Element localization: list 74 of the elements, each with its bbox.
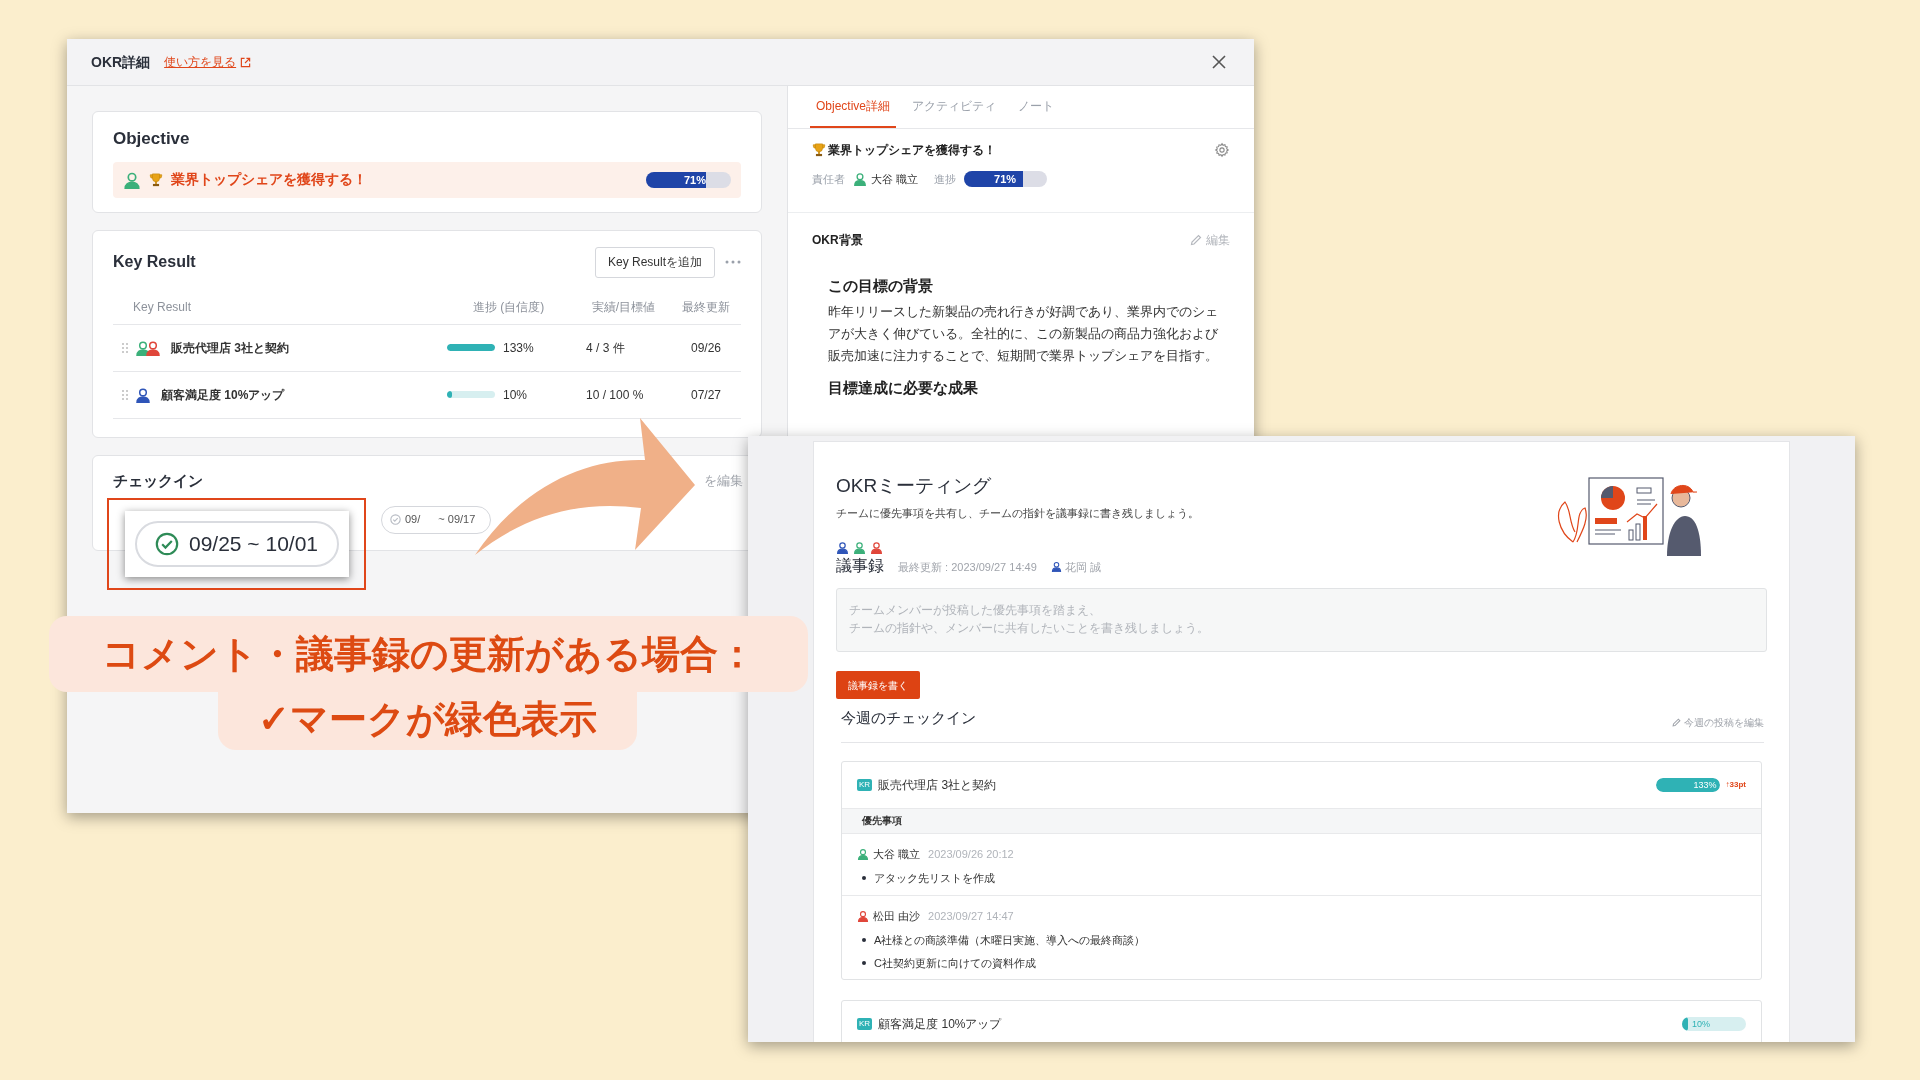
priority-item: C社契約更新に向けての資料作成 (874, 955, 1036, 971)
pill-text: 09/ (405, 512, 421, 528)
tab[interactable]: アクティビティ (906, 86, 1003, 128)
objective-row[interactable]: 業界トップシェアを獲得する！ 71% (113, 161, 741, 198)
external-link-icon (240, 56, 252, 68)
column-header: Key Result (133, 298, 193, 316)
progress-value: 71% (994, 172, 1017, 188)
more-icon (725, 260, 741, 264)
owner-caption: 責任者 (812, 172, 845, 187)
objective-text: 業界トップシェアを獲得する！ (171, 170, 367, 189)
post-time: 2023/09/27 14:47 (928, 908, 1014, 924)
progress-value: 71% (683, 172, 706, 188)
tab[interactable]: Objective詳細 (810, 86, 897, 128)
window-title: OKR詳細 (91, 52, 151, 72)
background-text: 昨年リリースした新製品の売れ行きが好調であり、業界内でのシェアが大きく伸びている。全社的に、この新製品の商品力強化および販売加速に注力することで、短期間で業界トップシェアを目指す。 (828, 303, 1219, 365)
key-result-name: 販売代理店 3社と契約 (878, 776, 997, 794)
checkin-heading: 今週のチェックイン (841, 708, 976, 728)
meeting-subtitle: チームに優先事項を共有し、チームの指針を議事録に書き残しましょう。 (836, 505, 1200, 521)
actual-target-cell-text: 10 / 100 % (585, 386, 645, 404)
more-button[interactable] (725, 260, 741, 264)
kr-badge: KR (857, 1018, 873, 1030)
kr-badge: KR (857, 778, 873, 791)
card-heading: チェックイン (113, 470, 203, 491)
check-circle-icon (390, 514, 401, 525)
trophy-icon (812, 143, 826, 157)
last-updated-cell-text: 07/27 (690, 386, 722, 404)
close-icon (1211, 54, 1227, 70)
column-header: 最終更新 (681, 298, 731, 316)
edit-link[interactable]: を編集 (704, 471, 743, 491)
drag-handle-icon[interactable] (121, 388, 129, 401)
key-result-name[interactable]: 販売代理店 3社と契約 (171, 338, 289, 357)
add-key-result-button[interactable]: Key Resultを追加 (594, 246, 715, 278)
last-updated-cell-text: 09/26 (690, 339, 722, 357)
column-header: 実績/目標値 (590, 298, 657, 316)
post-author: 大谷 職立 (873, 846, 921, 862)
last-updated-text: 最終更新 : 2023/09/27 14:49 (898, 559, 1037, 575)
progress-delta: ↑33pt (1725, 778, 1746, 791)
priority-item: アタック先リストを作成 (874, 871, 995, 886)
progress-value: 133% (503, 339, 534, 357)
minutes-field[interactable]: チームメンバーが投稿した優先事項を踏まえ、 チームの指針や、メンバーに共有したいことを書き残しましょう。 (836, 588, 1767, 652)
card-heading: Key Result (113, 252, 196, 272)
progress-caption: 進捗 (934, 172, 957, 187)
meeting-title: OKRミーティング (836, 474, 993, 498)
key-result-name: 顧客満足度 10%アップ (878, 1016, 1002, 1033)
background-title: 目標達成に必要な成果 (828, 378, 979, 398)
card-heading: Objective (113, 128, 191, 150)
section-header: 優先事項 (842, 807, 1761, 834)
author-name: 花岡 誠 (1064, 559, 1101, 575)
objective-title: 業界トップシェアを獲得する！ (828, 142, 996, 159)
progress-value: 10% (503, 386, 528, 404)
progress-value: 10% (1692, 1018, 1710, 1031)
pill-text: 09/25 ~ 10/01 (188, 531, 318, 558)
settings-icon[interactable] (1214, 142, 1230, 158)
tab[interactable]: ノート (1012, 86, 1061, 128)
help-link[interactable]: 使い方を見る (164, 53, 252, 71)
section-heading: OKR背景 (812, 231, 863, 249)
pencil-icon (1190, 233, 1202, 246)
checkin-pill[interactable]: 09/25 ~ 10/01 (134, 521, 339, 567)
post-author: 松田 由沙 (873, 908, 921, 924)
pencil-icon (1672, 717, 1681, 727)
column-header: 進捗 (自信度) (471, 298, 546, 316)
minutes-heading: 議事録 (836, 556, 884, 576)
write-minutes-button[interactable]: 議事録を書く (836, 671, 920, 699)
progress-value: 133% (1693, 778, 1717, 792)
priority-item: A社様との商談準備（木曜日実施、導入への最終商談） (874, 933, 1146, 948)
drag-handle-icon[interactable] (121, 341, 129, 354)
key-result-name[interactable]: 顧客満足度 10%アップ (161, 385, 285, 404)
background-title: この目標の背景 (828, 275, 934, 296)
edit-posts-link[interactable]: 今週の投稿を編集 (1672, 714, 1764, 730)
trophy-icon (149, 172, 163, 187)
actual-target-cell-text: 4 / 3 件 (585, 339, 626, 357)
post-time: 2023/09/26 20:12 (928, 846, 1014, 862)
pill-text: ~ 09/17 (438, 512, 476, 528)
owner-name: 大谷 職立 (871, 172, 919, 187)
